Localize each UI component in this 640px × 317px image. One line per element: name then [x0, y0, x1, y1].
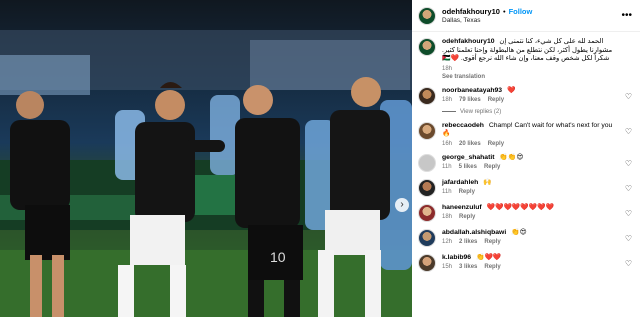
- avatar[interactable]: [418, 38, 436, 56]
- list-item: k.labib96 👏❤️❤️ 15h 3 likes Reply ♡: [418, 253, 634, 272]
- comment-text: ❤️❤️❤️❤️❤️❤️❤️❤️: [486, 203, 555, 211]
- avatar[interactable]: [418, 253, 436, 272]
- svg-text:10: 10: [270, 249, 286, 265]
- avatar[interactable]: [418, 228, 436, 247]
- like-heart-icon[interactable]: ♡: [625, 259, 632, 268]
- comment-username[interactable]: george_shahatit: [442, 154, 495, 161]
- post-location[interactable]: Dallas, Texas: [442, 17, 532, 24]
- view-replies-label: View replies (2): [460, 108, 502, 115]
- post-header: odehfakhoury10 • Follow Dallas, Texas ••…: [412, 0, 640, 32]
- next-image-button[interactable]: ›: [395, 198, 409, 212]
- comment-username[interactable]: abdallah.alshiqbawi: [442, 229, 506, 236]
- list-item: george_shahatit 👏👏😍 11h 5 likes Reply ♡: [418, 153, 634, 172]
- reply-button[interactable]: Reply: [459, 189, 475, 195]
- comment-text: ❤️: [506, 86, 516, 94]
- comment-time: 11h: [442, 164, 452, 170]
- reply-button[interactable]: Reply: [488, 97, 504, 103]
- caption-username[interactable]: odehfakhoury10: [442, 38, 495, 45]
- author-username[interactable]: odehfakhoury10: [442, 7, 500, 16]
- avatar[interactable]: [418, 153, 436, 172]
- list-item: noorbaneatayah93 ❤️ 18h 79 likes Reply ♡: [418, 86, 634, 105]
- more-horizontal-icon[interactable]: •••: [621, 10, 632, 21]
- reply-button[interactable]: Reply: [488, 141, 504, 147]
- view-replies-button[interactable]: View replies (2): [442, 109, 634, 115]
- list-item: rebeccaodeh Champ! Can't wait for what's…: [418, 121, 634, 147]
- avatar[interactable]: [418, 86, 436, 105]
- reply-button[interactable]: Reply: [484, 264, 500, 270]
- comment-username[interactable]: k.labib96: [442, 254, 471, 261]
- comment-time: 11h: [442, 189, 452, 195]
- comment-text: 👏❤️❤️: [475, 253, 502, 261]
- comment-likes[interactable]: 5 likes: [459, 164, 477, 170]
- comment-time: 18h: [442, 97, 453, 103]
- reply-button[interactable]: Reply: [484, 239, 500, 245]
- comment-time: 15h: [442, 264, 453, 270]
- comment-username[interactable]: jafardahleh: [442, 179, 478, 186]
- comment-username[interactable]: noorbaneatayah93: [442, 87, 502, 94]
- avatar[interactable]: [418, 178, 436, 197]
- caption-time: 18h: [442, 65, 453, 72]
- comment-likes[interactable]: 2 likes: [459, 239, 477, 245]
- like-heart-icon[interactable]: ♡: [625, 92, 632, 101]
- comments-panel: odehfakhoury10 • Follow Dallas, Texas ••…: [412, 0, 640, 317]
- replies-line: [442, 111, 456, 112]
- comment-likes[interactable]: 20 likes: [459, 141, 481, 147]
- comment-likes[interactable]: 3 likes: [459, 264, 477, 270]
- comment-time: 12h: [442, 239, 453, 245]
- separator-dot: •: [502, 7, 506, 16]
- avatar[interactable]: [418, 121, 436, 140]
- follow-button[interactable]: Follow: [509, 7, 533, 16]
- reply-button[interactable]: Reply: [459, 214, 475, 220]
- post-image[interactable]: 10 ›: [0, 0, 412, 317]
- comment-text: 👏😍: [511, 228, 527, 236]
- like-heart-icon[interactable]: ♡: [625, 184, 632, 193]
- like-heart-icon[interactable]: ♡: [625, 234, 632, 243]
- comment-username[interactable]: haneenzuluf: [442, 204, 482, 211]
- comment-time: 18h: [442, 214, 453, 220]
- comment-time: 16h: [442, 140, 453, 147]
- list-item: haneenzuluf ❤️❤️❤️❤️❤️❤️❤️❤️ 18h Reply ♡: [418, 203, 634, 222]
- comments-list: odehfakhoury10 الحمد لله على كل شيء، كنا…: [412, 32, 640, 317]
- post-dialog: 10 › odehfakhoury10 • Follow Dallas, Tex…: [0, 0, 640, 317]
- photo-soccer-players: 10: [0, 0, 412, 317]
- like-heart-icon[interactable]: ♡: [625, 127, 632, 136]
- list-item: abdallah.alshiqbawi 👏😍 12h 2 likes Reply…: [418, 228, 634, 247]
- see-translation-link[interactable]: See translation: [442, 74, 485, 80]
- comment-username[interactable]: rebeccaodeh: [442, 122, 484, 129]
- like-heart-icon[interactable]: ♡: [625, 209, 632, 218]
- caption: odehfakhoury10 الحمد لله على كل شيء، كنا…: [418, 38, 634, 80]
- avatar[interactable]: [418, 6, 436, 25]
- comment-likes[interactable]: 79 likes: [459, 97, 481, 103]
- list-item: jafardahleh 🙌 11h Reply ♡: [418, 178, 634, 197]
- like-heart-icon[interactable]: ♡: [625, 159, 632, 168]
- avatar[interactable]: [418, 203, 436, 222]
- comment-text: 🙌: [483, 178, 492, 186]
- comment-text: 👏👏😍: [499, 153, 524, 161]
- reply-button[interactable]: Reply: [484, 164, 500, 170]
